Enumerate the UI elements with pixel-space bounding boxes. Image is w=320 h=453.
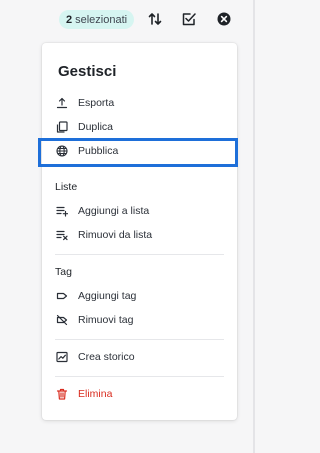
manage-menu: Gestisci Esporta Duplica Pubblica Liste … [42, 43, 237, 420]
menu-title: Gestisci [58, 63, 117, 80]
trash-icon [55, 387, 69, 401]
menu-item-label: Rimuovi da lista [78, 229, 153, 241]
remove-tag-menu-item[interactable]: Rimuovi tag [55, 309, 225, 331]
remove-from-list-menu-item[interactable]: Rimuovi da lista [55, 224, 225, 246]
upload-icon [55, 96, 69, 110]
duplicate-menu-item[interactable]: Duplica [55, 116, 225, 138]
tag-icon [55, 289, 69, 303]
add-tag-menu-item[interactable]: Aggiungi tag [55, 285, 225, 307]
divider [55, 339, 224, 340]
selection-label: selezionati [75, 13, 128, 26]
selection-count: 2 [66, 13, 73, 26]
globe-icon [55, 144, 69, 158]
menu-item-label: Esporta [78, 97, 115, 109]
list-remove-icon [55, 228, 69, 242]
tag-off-icon [55, 313, 69, 327]
create-history-menu-item[interactable]: Crea storico [55, 346, 225, 368]
close-icon[interactable] [215, 10, 233, 28]
menu-item-label: Aggiungi tag [78, 290, 137, 302]
menu-item-label: Crea storico [78, 351, 135, 363]
copy-icon [55, 120, 69, 134]
checklist-icon[interactable] [180, 10, 198, 28]
page-edge [253, 0, 255, 453]
selection-count-badge: 2 selezionati [59, 10, 135, 29]
export-menu-item[interactable]: Esporta [55, 92, 225, 114]
list-add-icon [55, 204, 69, 218]
menu-item-label: Duplica [78, 121, 114, 133]
menu-item-label: Aggiungi a lista [78, 205, 150, 217]
menu-item-label: Rimuovi tag [78, 314, 134, 326]
menu-item-label: Pubblica [78, 145, 119, 157]
tags-section-label: Tag [55, 266, 72, 278]
delete-menu-item[interactable]: Elimina [55, 383, 225, 405]
lists-section-label: Liste [55, 181, 78, 193]
divider [55, 376, 224, 377]
publish-menu-item[interactable]: Pubblica [55, 140, 225, 162]
add-to-list-menu-item[interactable]: Aggiungi a lista [55, 200, 225, 222]
sort-icon[interactable] [146, 10, 164, 28]
divider [55, 254, 224, 255]
chart-icon [55, 350, 69, 364]
menu-item-label: Elimina [78, 388, 113, 400]
